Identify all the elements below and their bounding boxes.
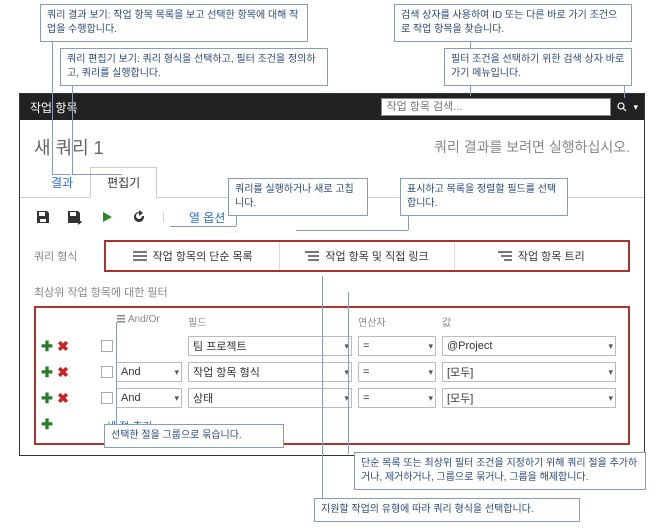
delete-row-icon[interactable]: ✖	[56, 391, 70, 405]
chevron-down-icon: ▾	[174, 367, 179, 378]
operator-combo[interactable]: =▾	[358, 388, 436, 408]
group-checkbox[interactable]	[101, 366, 113, 378]
chevron-down-icon: ▾	[174, 393, 179, 404]
query-header: 새 쿼리 1 쿼리 결과를 보려면 실행하십시오.	[20, 120, 644, 166]
chevron-down-icon: ▾	[608, 341, 613, 352]
tree-icon	[498, 250, 512, 262]
andor-combo[interactable]: And▾	[116, 362, 182, 382]
group-checkbox[interactable]	[101, 340, 113, 352]
callout-results-view: 쿼리 결과 보기: 작업 항목 목록을 보고 선택한 항목에 대해 작업을 수행…	[40, 4, 308, 42]
run-query-icon[interactable]	[98, 208, 116, 226]
value-combo[interactable]: [모두]▾	[442, 388, 616, 408]
chevron-down-icon[interactable]: ▾	[633, 102, 638, 113]
callout-search-box: 검색 상자를 사용하여 ID 또는 다른 바로 가기 조건으로 작업 항목을 찾…	[394, 4, 632, 42]
chevron-down-icon: ▾	[428, 367, 433, 378]
filter-section-label: 최상위 작업 항목에 대한 필터	[20, 280, 644, 304]
window-title: 작업 항목	[30, 99, 78, 116]
delete-row-icon[interactable]: ✖	[56, 339, 70, 353]
callout-group-clause: 선택한 절을 그룹으로 묶습니다.	[104, 424, 284, 448]
grid-header-val: 값	[442, 314, 628, 329]
refresh-icon[interactable]	[130, 208, 148, 226]
list-icon	[133, 250, 147, 262]
save-icon[interactable]	[34, 208, 52, 226]
filter-grid-header: And/Or 필드 연산자 값	[36, 312, 628, 333]
app-window: 작업 항목 ▾ 새 쿼리 1 쿼리 결과를 보려면 실행하십시오. 결과 편집기…	[19, 93, 645, 456]
operator-combo[interactable]: =▾	[358, 362, 436, 382]
callout-add-remove-clause: 단순 목록 또는 최상위 필터 조건을 지정하기 위해 쿼리 절을 추가하거나,…	[354, 452, 646, 490]
add-row-icon[interactable]: ✚	[40, 365, 54, 379]
chevron-down-icon: ▾	[428, 393, 433, 404]
value-combo[interactable]: [모두]▾	[442, 362, 616, 382]
query-format-links[interactable]: 작업 항목 및 직접 링크	[280, 242, 454, 270]
callout-query-format: 지원할 작업의 유형에 따라 쿼리 형식을 선택합니다.	[314, 498, 580, 522]
add-row-icon[interactable]: ✚	[40, 417, 54, 431]
query-format-tree-label: 작업 항목 트리	[518, 248, 585, 264]
query-format-row: 쿼리 형식 작업 항목의 단순 목록 작업 항목 및 직접 링크 작업 항목 트…	[20, 236, 644, 280]
query-format-flat[interactable]: 작업 항목의 단순 목록	[106, 242, 280, 270]
callout-column-options: 표시하고 목록을 정렬할 필드를 선택합니다.	[400, 178, 568, 216]
query-format-tree[interactable]: 작업 항목 트리	[455, 242, 628, 270]
grid-header-field: 필드	[188, 314, 358, 329]
search-dropdown-icon[interactable]	[615, 100, 629, 114]
tab-editor[interactable]: 편집기	[90, 167, 157, 198]
andor-cell	[116, 336, 182, 356]
grid-header-op: 연산자	[358, 314, 442, 329]
delete-row-icon[interactable]: ✖	[56, 365, 70, 379]
callout-editor-view: 쿼리 편집기 보기: 쿼리 형식을 선택하고, 필터 조건을 정의하고, 쿼리를…	[60, 48, 328, 86]
field-combo[interactable]: 팀 프로젝트▾	[188, 336, 352, 356]
value-combo[interactable]: @Project▾	[442, 336, 616, 356]
column-options-link[interactable]: 열 옵션	[189, 209, 225, 226]
grid-header-andor: And/Or	[116, 314, 160, 325]
chevron-down-icon: ▾	[428, 341, 433, 352]
run-hint: 쿼리 결과를 보려면 실행하십시오.	[434, 137, 630, 157]
andor-combo[interactable]: And▾	[116, 388, 182, 408]
tab-results[interactable]: 결과	[34, 167, 90, 198]
links-icon	[305, 250, 319, 262]
add-row-icon[interactable]: ✚	[40, 339, 54, 353]
chevron-down-icon: ▾	[608, 367, 613, 378]
add-row-icon[interactable]: ✚	[40, 391, 54, 405]
operator-combo[interactable]: =▾	[358, 336, 436, 356]
query-format-flat-label: 작업 항목의 단순 목록	[153, 248, 253, 264]
field-combo[interactable]: 작업 항목 형식▾	[188, 362, 352, 382]
query-format-label: 쿼리 형식	[34, 248, 94, 264]
filter-row: ✚ ✖ And▾ 상태▾ =▾ [모두]▾	[36, 385, 628, 411]
query-name: 새 쿼리 1	[34, 134, 104, 160]
field-combo[interactable]: 상태▾	[188, 388, 352, 408]
callout-filter-shortcut: 필터 조건을 선택하기 위한 검색 상자 바로 가기 메뉴입니다.	[444, 48, 632, 86]
group-checkbox[interactable]	[101, 392, 113, 404]
search-input[interactable]	[381, 98, 611, 116]
chevron-down-icon: ▾	[608, 393, 613, 404]
filter-row: ✚ ✖ 팀 프로젝트▾ =▾ @Project▾	[36, 333, 628, 359]
query-format-links-label: 작업 항목 및 직접 링크	[325, 248, 428, 264]
callout-run-query: 쿼리를 실행하거나 새로 고칩니다.	[228, 178, 368, 216]
title-bar: 작업 항목 ▾	[20, 94, 644, 120]
save-as-icon[interactable]	[66, 208, 84, 226]
filter-row: ✚ ✖ And▾ 작업 항목 형식▾ =▾ [모두]▾	[36, 359, 628, 385]
